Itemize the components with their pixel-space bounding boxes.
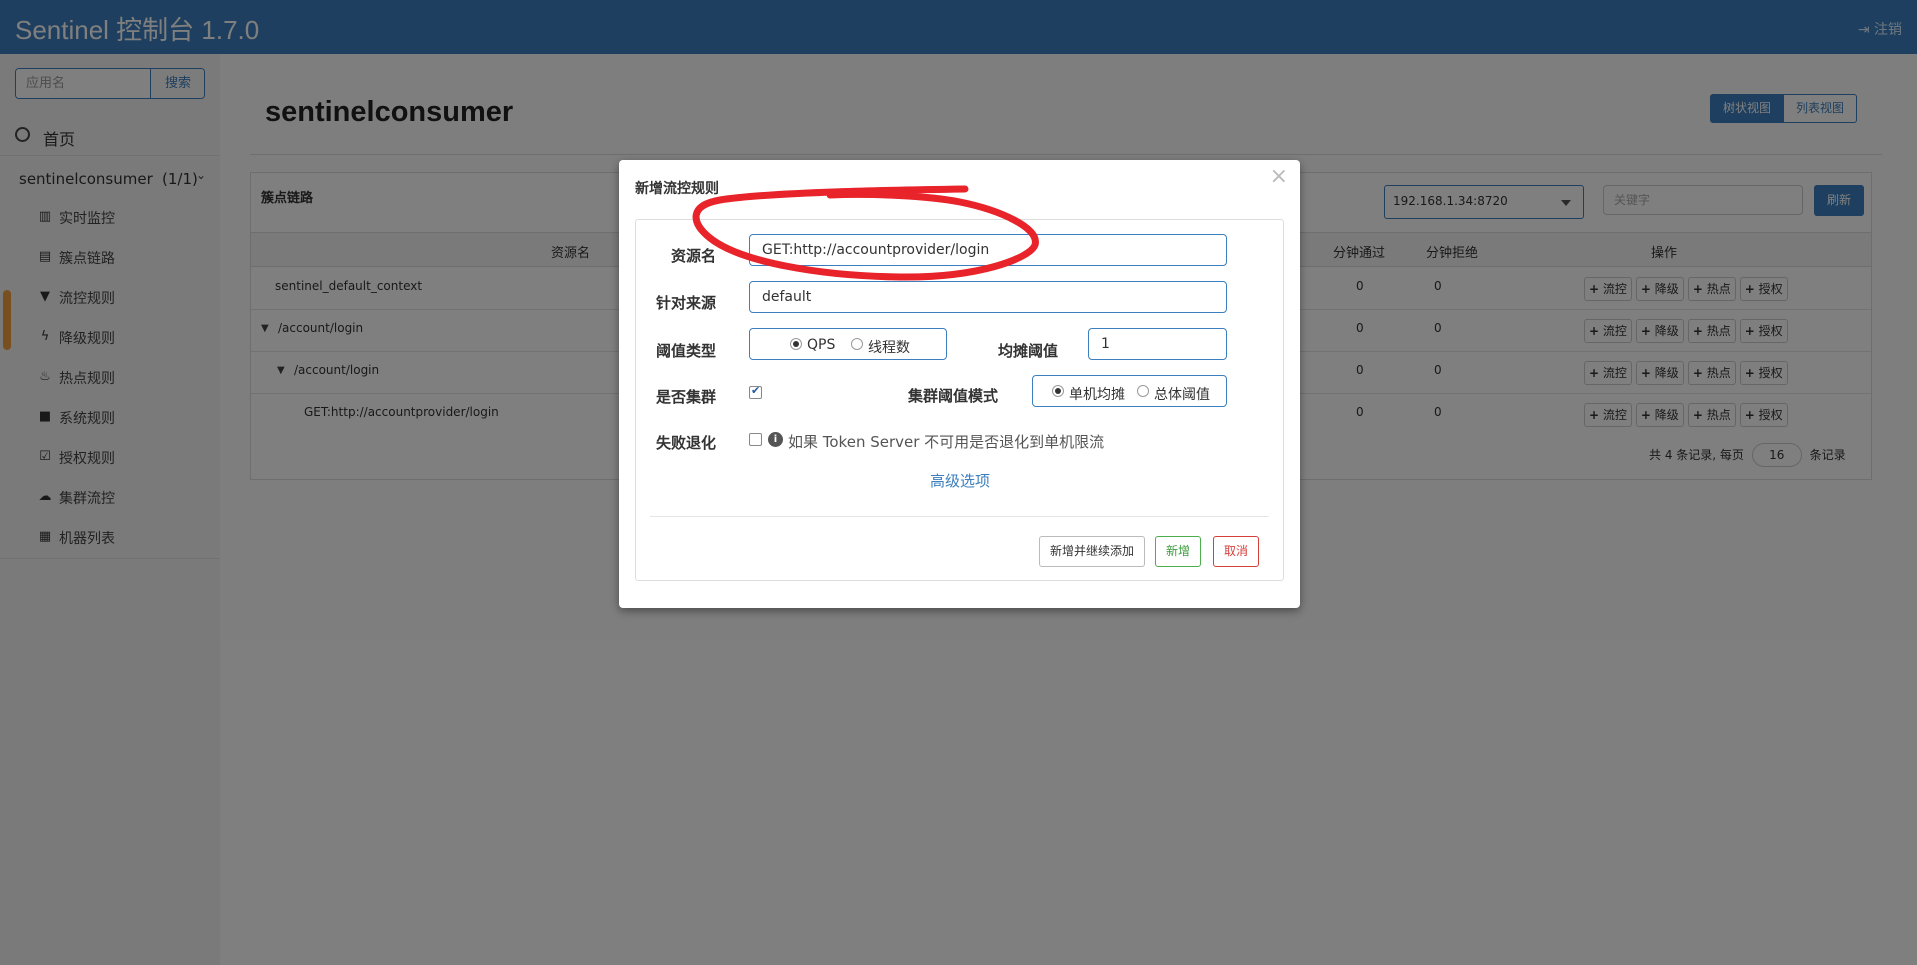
qps-radio[interactable] xyxy=(790,338,802,350)
cluster-checkbox[interactable] xyxy=(749,384,762,399)
cancel-button[interactable]: 取消 xyxy=(1213,536,1260,567)
threshold-type-group: QPS 线程数 xyxy=(749,328,947,360)
thread-count-radio[interactable] xyxy=(851,338,863,350)
dialog-title: 新增流控规则 xyxy=(635,181,719,197)
single-avg-radio[interactable] xyxy=(1052,385,1064,397)
avg-threshold-label: 均摊阈值 xyxy=(998,342,1059,360)
thread-count-label: 线程数 xyxy=(868,340,910,356)
qps-label: QPS xyxy=(807,337,836,353)
cluster-label: 是否集群 xyxy=(656,388,717,406)
info-icon: i xyxy=(768,432,783,447)
single-avg-label: 单机均摊 xyxy=(1069,387,1125,403)
dialog-form: 资源名 GET:http://accountprovider/login 针对来… xyxy=(635,219,1284,581)
close-icon[interactable]: × xyxy=(1270,164,1288,189)
fallback-label: 失败退化 xyxy=(656,434,717,452)
total-threshold-label: 总体阈值 xyxy=(1154,387,1210,403)
origin-label: 针对来源 xyxy=(656,294,717,312)
resource-name-input[interactable]: GET:http://accountprovider/login xyxy=(749,234,1227,266)
add-button[interactable]: 新增 xyxy=(1155,536,1202,567)
fallback-checkbox[interactable] xyxy=(749,433,762,446)
cluster-mode-group: 单机均摊 总体阈值 xyxy=(1032,375,1227,407)
fallback-hint: 如果 Token Server 不可用是否退化到单机限流 xyxy=(788,433,1105,451)
add-and-continue-button[interactable]: 新增并继续添加 xyxy=(1039,536,1146,567)
dialog-divider xyxy=(650,516,1269,517)
advanced-options-link[interactable]: 高级选项 xyxy=(930,470,990,491)
total-threshold-radio[interactable] xyxy=(1137,385,1149,397)
resource-label: 资源名 xyxy=(671,247,717,265)
add-flow-rule-dialog: × 新增流控规则 资源名 GET:http://accountprovider/… xyxy=(619,160,1300,608)
cluster-mode-label: 集群阈值模式 xyxy=(908,387,999,405)
threshold-type-label: 阈值类型 xyxy=(656,342,717,360)
avg-threshold-input[interactable]: 1 xyxy=(1088,328,1227,360)
origin-input[interactable]: default xyxy=(749,281,1227,313)
